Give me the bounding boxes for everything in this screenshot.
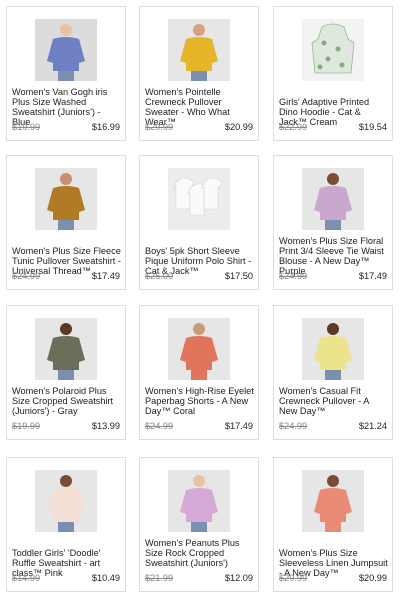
- sale-price: $13.99: [91, 421, 120, 431]
- price-row: $22.99 $19.54: [279, 121, 387, 133]
- doodle-sweatshirt-photo: [35, 470, 97, 532]
- product-title[interactable]: Women's Polaroid Plus Size Cropped Sweat…: [12, 386, 121, 416]
- price-row: $24.99 $17.49: [12, 270, 120, 282]
- original-price: $29.99: [145, 122, 174, 132]
- product-card[interactable]: Women's Van Gogh iris Plus Size Washed S…: [6, 6, 126, 141]
- yellow-pullover-photo: [302, 318, 364, 380]
- product-image[interactable]: [35, 470, 97, 532]
- price-row: $29.99 $20.99: [145, 121, 253, 133]
- product-grid: Women's Van Gogh iris Plus Size Washed S…: [0, 0, 400, 600]
- product-title[interactable]: Women's Casual Fit Crewneck Pullover - A…: [279, 386, 388, 416]
- sale-price: $17.49: [358, 271, 387, 281]
- product-card[interactable]: Women's Plus Size Sleeveless Linen Jumps…: [273, 457, 393, 592]
- floral-blouse-photo: [302, 168, 364, 230]
- coral-shorts-photo: [168, 318, 230, 380]
- original-price: $19.99: [12, 421, 41, 431]
- product-card[interactable]: Women's Pointelle Crewneck Pullover Swea…: [139, 6, 259, 141]
- yellow-sweater-photo: [168, 19, 230, 81]
- original-price: $29.99: [279, 573, 308, 583]
- product-image[interactable]: [302, 470, 364, 532]
- white-polos-photo: [168, 168, 230, 230]
- product-card[interactable]: Women's Plus Size Fleece Tunic Pullover …: [6, 155, 126, 290]
- sale-price: $17.50: [224, 271, 253, 281]
- sale-price: $19.54: [358, 122, 387, 132]
- price-row: $25.00 $17.50: [145, 270, 253, 282]
- original-price: $24.99: [279, 271, 308, 281]
- product-image[interactable]: [168, 318, 230, 380]
- brown-sweatshirt-photo: [35, 168, 97, 230]
- sale-price: $20.99: [358, 573, 387, 583]
- sale-price: $10.49: [91, 573, 120, 583]
- product-title[interactable]: Women's High-Rise Eyelet Paperbag Shorts…: [145, 386, 254, 416]
- price-row: $24.99 $17.49: [279, 270, 387, 282]
- product-card[interactable]: Toddler Girls' 'Doodle' Ruffle Sweatshir…: [6, 457, 126, 592]
- original-price: $21.99: [145, 573, 174, 583]
- product-image[interactable]: [35, 19, 97, 81]
- product-card[interactable]: Women's Polaroid Plus Size Cropped Sweat…: [6, 305, 126, 440]
- product-image[interactable]: [302, 19, 364, 81]
- sale-price: $21.24: [358, 421, 387, 431]
- van-gogh-sweatshirt-photo: [35, 19, 97, 81]
- sale-price: $12.09: [224, 573, 253, 583]
- sale-price: $17.49: [91, 271, 120, 281]
- product-image[interactable]: [35, 318, 97, 380]
- price-row: $24.99 $17.49: [145, 420, 253, 432]
- product-image[interactable]: [168, 19, 230, 81]
- sale-price: $16.99: [91, 122, 120, 132]
- price-row: $29.99 $20.99: [279, 572, 387, 584]
- price-row: $19.99 $16.99: [12, 121, 120, 133]
- product-title[interactable]: Women's Peanuts Plus Size Rock Cropped S…: [145, 538, 254, 568]
- product-image[interactable]: [35, 168, 97, 230]
- product-card[interactable]: Women's High-Rise Eyelet Paperbag Shorts…: [139, 305, 259, 440]
- product-image[interactable]: [302, 318, 364, 380]
- original-price: $22.99: [279, 122, 308, 132]
- product-image[interactable]: [302, 168, 364, 230]
- original-price: $24.99: [279, 421, 308, 431]
- product-card[interactable]: Women's Plus Size Floral Print 3/4 Sleev…: [273, 155, 393, 290]
- price-row: $19.99 $13.99: [12, 420, 120, 432]
- product-card[interactable]: Women's Casual Fit Crewneck Pullover - A…: [273, 305, 393, 440]
- dino-hoodie-photo: [302, 19, 364, 81]
- price-row: $14.99 $10.49: [12, 572, 120, 584]
- sale-price: $20.99: [224, 122, 253, 132]
- original-price: $14.99: [12, 573, 41, 583]
- price-row: $21.99 $12.09: [145, 572, 253, 584]
- product-card[interactable]: Boys' 5pk Short Sleeve Pique Uniform Pol…: [139, 155, 259, 290]
- product-image[interactable]: [168, 470, 230, 532]
- product-card[interactable]: Women's Peanuts Plus Size Rock Cropped S…: [139, 457, 259, 592]
- original-price: $19.99: [12, 122, 41, 132]
- sale-price: $17.49: [224, 421, 253, 431]
- product-image[interactable]: [168, 168, 230, 230]
- original-price: $24.99: [145, 421, 174, 431]
- original-price: $24.99: [12, 271, 41, 281]
- original-price: $25.00: [145, 271, 174, 281]
- product-card[interactable]: Girls' Adaptive Printed Dino Hoodie - Ca…: [273, 6, 393, 141]
- price-row: $24.99 $21.24: [279, 420, 387, 432]
- tiedye-sweatshirt-photo: [168, 470, 230, 532]
- camo-sweatshirt-photo: [35, 318, 97, 380]
- coral-jumpsuit-photo: [302, 470, 364, 532]
